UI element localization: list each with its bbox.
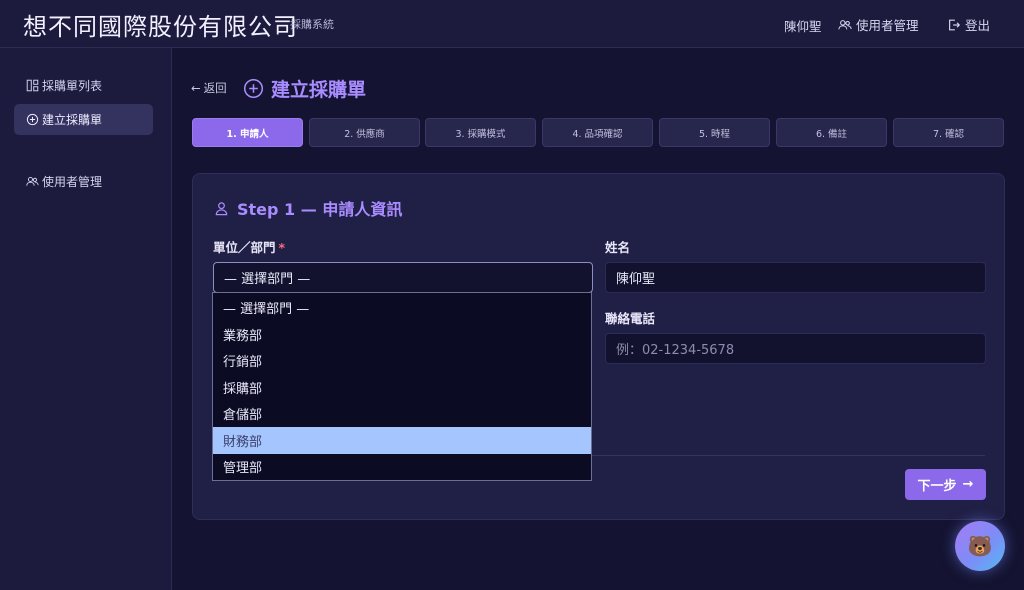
- users-icon: [26, 175, 39, 188]
- next-step-button[interactable]: 下一步 →: [905, 469, 986, 500]
- step-tabs: 1. 申請人 2. 供應商 3. 採購模式 4. 品項確認 5. 時程 6. 備…: [192, 118, 1005, 147]
- logout-label: 登出: [965, 18, 991, 33]
- step-tab-6[interactable]: 6. 備註: [776, 118, 887, 147]
- sidebar-item-create-po[interactable]: 建立採購單: [14, 104, 153, 135]
- user-icon: [214, 201, 229, 216]
- step-tab-3[interactable]: 3. 採購模式: [425, 118, 536, 147]
- list-icon: [26, 79, 39, 92]
- bear-icon: 🐻: [967, 534, 993, 558]
- back-link[interactable]: ← 返回: [191, 80, 227, 96]
- card-title: Step 1 — 申請人資訊: [237, 200, 403, 219]
- logout-button[interactable]: 登出: [947, 15, 990, 34]
- next-step-label: 下一步: [917, 479, 957, 494]
- dept-option[interactable]: 行銷部: [213, 347, 591, 374]
- step-tab-1[interactable]: 1. 申請人: [192, 118, 303, 147]
- step-tab-5[interactable]: 5. 時程: [659, 118, 770, 147]
- dept-option[interactable]: 倉儲部: [213, 400, 591, 427]
- sidebar-item-user-management[interactable]: 使用者管理: [14, 166, 153, 197]
- back-label: 返回: [203, 81, 227, 95]
- dept-label: 單位／部門 *: [213, 237, 285, 256]
- arrow-right-icon: →: [962, 477, 974, 492]
- dept-option[interactable]: 管理部: [213, 453, 591, 480]
- dept-label-text: 單位／部門: [213, 240, 276, 255]
- sidebar-item-label: 採購單列表: [42, 79, 103, 93]
- top-header: 想不同國際股份有限公司 採購系統 陳仰聖 使用者管理 登出: [0, 0, 1024, 48]
- current-user: 陳仰聖: [784, 19, 822, 34]
- sidebar-item-label: 使用者管理: [42, 175, 103, 189]
- assistant-button[interactable]: 🐻: [955, 521, 1005, 571]
- users-icon: [838, 18, 852, 32]
- header-user-management-link[interactable]: 使用者管理: [838, 15, 919, 34]
- dept-option-highlighted[interactable]: 財務部: [213, 427, 591, 454]
- plus-circle-icon: [243, 78, 264, 99]
- step-tab-7[interactable]: 7. 確認: [893, 118, 1004, 147]
- dept-option[interactable]: — 選擇部門 —: [213, 294, 591, 321]
- dept-option[interactable]: 採購部: [213, 374, 591, 401]
- phone-label: 聯絡電話: [605, 311, 656, 326]
- company-name: 想不同國際股份有限公司: [23, 13, 298, 41]
- sidebar: 採購單列表 建立採購單 使用者管理: [0, 48, 172, 590]
- arrow-left-icon: ←: [191, 81, 201, 95]
- card-header: Step 1 — 申請人資訊: [214, 196, 402, 220]
- step-tab-2[interactable]: 2. 供應商: [309, 118, 420, 147]
- name-input[interactable]: 陳仰聖: [605, 262, 986, 293]
- system-name: 採購系統: [290, 18, 334, 31]
- name-label: 姓名: [605, 240, 631, 255]
- required-marker: *: [278, 240, 286, 255]
- step-tab-4[interactable]: 4. 品項確認: [542, 118, 653, 147]
- dept-select[interactable]: — 選擇部門 —: [213, 262, 593, 293]
- dept-option[interactable]: 業務部: [213, 321, 591, 348]
- logout-icon: [947, 18, 961, 32]
- dept-dropdown-list: — 選擇部門 — 業務部 行銷部 採購部 倉儲部 財務部 管理部: [212, 292, 592, 481]
- page-heading: 建立採購單: [243, 75, 366, 102]
- user-management-label: 使用者管理: [856, 18, 919, 33]
- phone-input[interactable]: 例：02-1234-5678: [605, 333, 986, 364]
- sidebar-item-po-list[interactable]: 採購單列表: [14, 70, 153, 101]
- sidebar-item-label: 建立採購單: [42, 113, 103, 127]
- page-title: 建立採購單: [271, 79, 367, 101]
- plus-circle-icon: [26, 113, 39, 126]
